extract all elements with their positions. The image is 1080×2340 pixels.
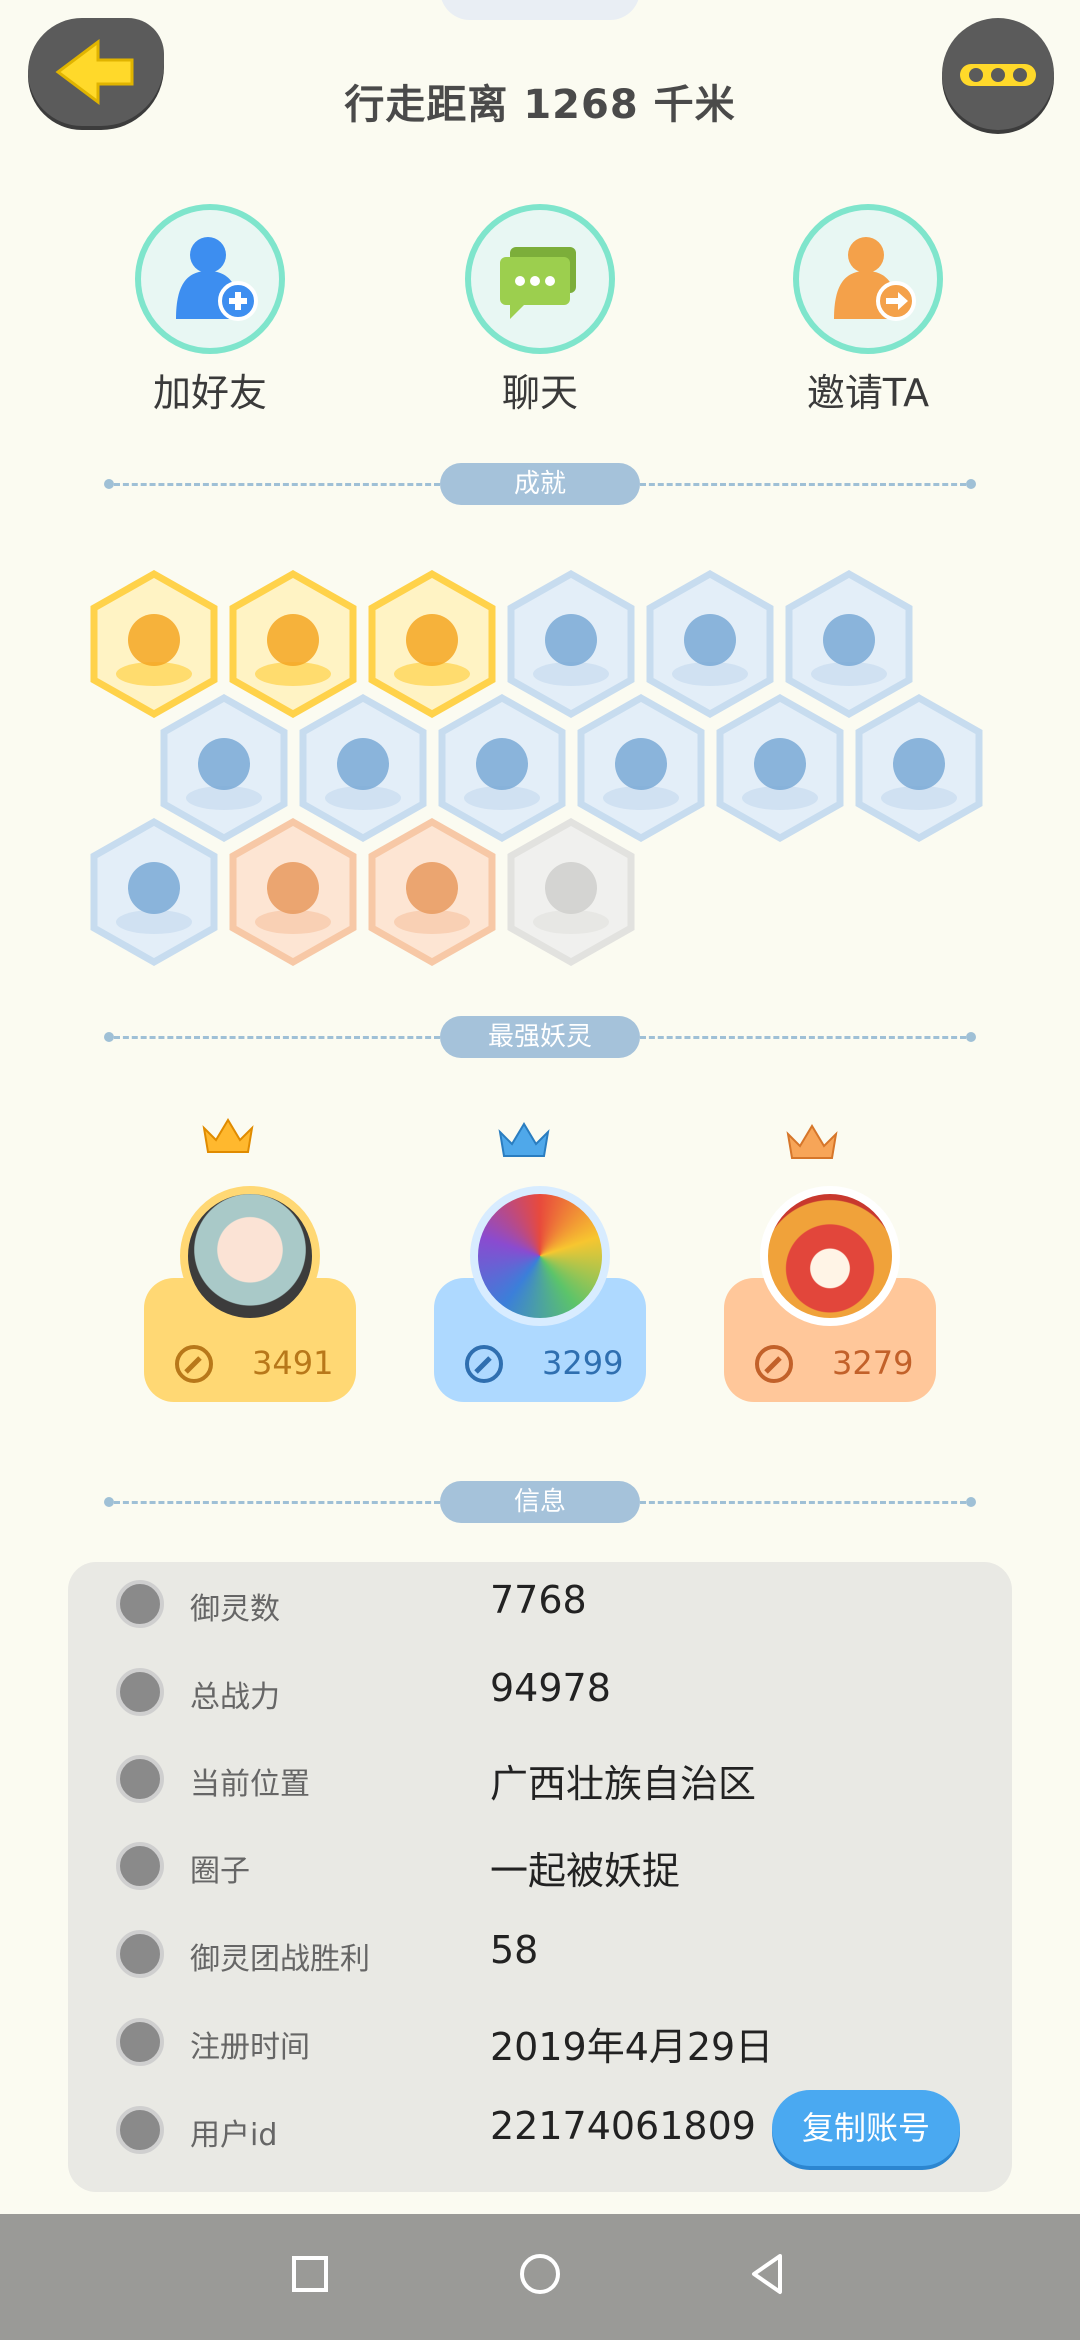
clock-icon: [116, 2018, 164, 2066]
info-row-total-power: 总战力 94978: [116, 1652, 976, 1740]
invite-icon[interactable]: [793, 204, 943, 354]
section-divider: [114, 483, 440, 486]
info-value: 一起被妖捉: [490, 1849, 681, 1893]
strongest-spirit-3[interactable]: 3279: [724, 1106, 936, 1406]
info-value: 22174061809: [490, 2104, 756, 2148]
spirit-power-value: 3279: [832, 1344, 914, 1382]
section-dot: [104, 1032, 114, 1042]
info-label: 御灵数: [190, 1592, 280, 1627]
section-dot: [104, 479, 114, 489]
info-label: 御灵团战胜利: [190, 1942, 370, 1977]
info-label: 注册时间: [190, 2030, 310, 2065]
info-value: 7768: [490, 1578, 587, 1622]
section-dot: [104, 1497, 114, 1507]
distance-title: 行走距离 1268 千米: [344, 82, 736, 128]
spirit-count-icon: [116, 1580, 164, 1628]
section-dot: [966, 1497, 976, 1507]
navigation-bar: [0, 2214, 1080, 2340]
info-section-title: 信息: [440, 1481, 640, 1523]
info-row-circle: 圈子 一起被妖捉: [116, 1826, 976, 1914]
invite-action[interactable]: 邀请TA: [778, 204, 958, 417]
add-friend-label: 加好友: [152, 371, 267, 415]
spirit-avatar: [180, 1186, 320, 1326]
invite-label: 邀请TA: [806, 371, 930, 415]
id-card-icon: [116, 2106, 164, 2154]
strongest-spirit-2[interactable]: 3299: [434, 1106, 646, 1406]
creature-badge[interactable]: [90, 818, 218, 966]
info-value: 94978: [490, 1666, 611, 1710]
copy-account-button[interactable]: 复制账号: [772, 2090, 960, 2166]
strongest-spirit-1[interactable]: 3491: [144, 1106, 356, 1406]
section-divider: [640, 1501, 966, 1504]
info-label: 总战力: [190, 1680, 280, 1715]
info-label: 用户id: [190, 2118, 278, 2153]
circle-home-icon[interactable]: [518, 2252, 562, 2296]
info-value: 2019年4月29日: [490, 2025, 774, 2069]
location-pin-icon: [116, 1755, 164, 1803]
achievements-section-title: 成就: [440, 463, 640, 505]
team-battle-icon: [116, 1930, 164, 1978]
gold-crown-icon: [202, 1118, 254, 1153]
sword-power-icon: [465, 1345, 503, 1383]
section-dot: [966, 1032, 976, 1042]
spirit-avatar: [470, 1186, 610, 1326]
square-icon[interactable]: [290, 2254, 330, 2294]
section-dot: [966, 479, 976, 489]
chat-icon[interactable]: [465, 204, 615, 354]
info-row-spirit-count: 御灵数 7768: [116, 1564, 976, 1652]
section-divider: [640, 1036, 966, 1039]
orange-crown-icon: [786, 1124, 838, 1159]
cat-cart-badge[interactable]: [229, 818, 357, 966]
ox-badge[interactable]: [368, 818, 496, 966]
info-row-location: 当前位置 广西壮族自治区: [116, 1739, 976, 1827]
info-row-register-time: 注册时间 2019年4月29日: [116, 2002, 976, 2090]
shrine-badge[interactable]: [855, 694, 983, 842]
section-divider: [114, 1036, 440, 1039]
triangle-back-icon[interactable]: [746, 2252, 790, 2296]
circle-group-icon: [116, 1842, 164, 1890]
add-friend-icon[interactable]: [135, 204, 285, 354]
spirit-power-value: 3299: [542, 1344, 624, 1382]
fish-dragon-badge[interactable]: [716, 694, 844, 842]
sword-power-icon: [755, 1345, 793, 1383]
chat-label: 聊天: [501, 371, 578, 415]
spirit-power-value: 3491: [252, 1344, 334, 1382]
info-value: 广西壮族自治区: [490, 1762, 757, 1806]
locked-fox-badge[interactable]: [507, 818, 635, 966]
info-row-team-battle: 御灵团战胜利 58: [116, 1914, 976, 2002]
add-friend-action[interactable]: 加好友: [120, 204, 300, 417]
info-label: 当前位置: [190, 1767, 310, 1802]
spirit-avatar: [760, 1186, 900, 1326]
info-label: 圈子: [190, 1854, 250, 1889]
blue-crown-icon: [498, 1122, 550, 1157]
info-value: 58: [490, 1928, 539, 1972]
top-decoration: [440, 0, 640, 20]
sword-power-icon: [175, 1345, 213, 1383]
chat-action[interactable]: 聊天: [450, 204, 630, 417]
section-divider: [640, 483, 966, 486]
sword-icon: [116, 1668, 164, 1716]
section-divider: [114, 1501, 440, 1504]
strongest-section-title: 最强妖灵: [440, 1016, 640, 1058]
